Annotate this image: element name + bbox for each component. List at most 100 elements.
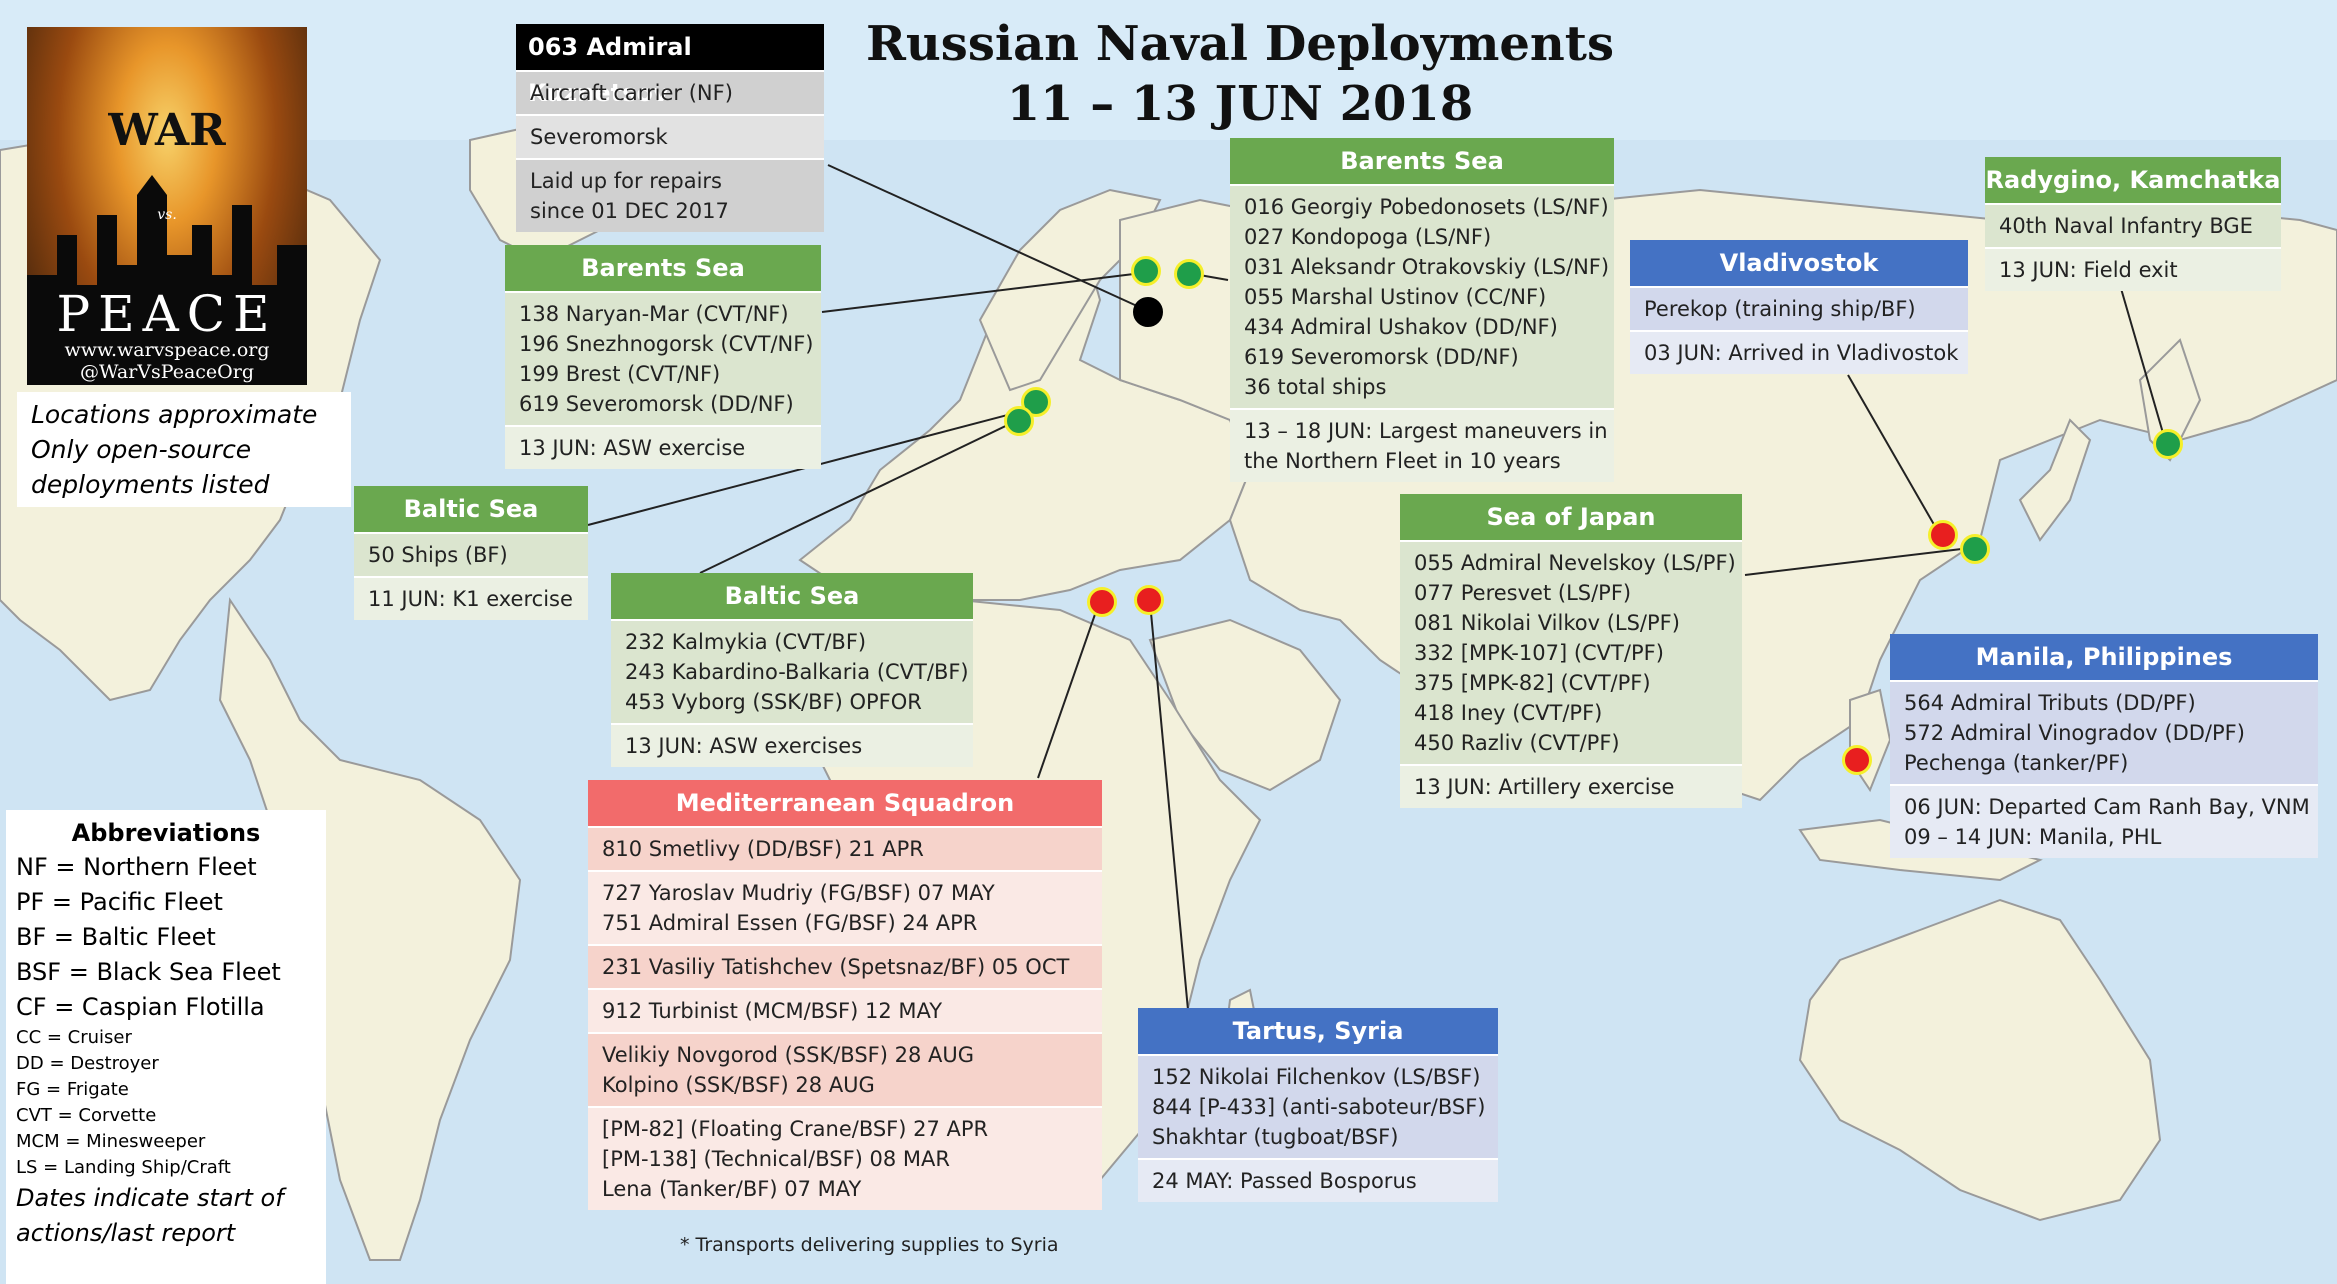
box-baltic-2[interactable]: Baltic Sea 232 Kalmykia (CVT/BF) 243 Kabar… <box>611 573 973 767</box>
box-barents-east[interactable]: Barents Sea 016 Georgiy Pobedonosets (LS/… <box>1230 138 1614 482</box>
box-line: 13 – 18 JUN: Largest maneuvers in <box>1244 419 1608 443</box>
box-line: 434 Admiral Ushakov (DD/NF) <box>1244 315 1558 339</box>
box-mediterranean[interactable]: Mediterranean Squadron 810 Smetlivy (DD/B… <box>588 780 1102 1210</box>
box-line: Aircraft carrier (NF) <box>530 81 733 105</box>
marker-barents-1[interactable] <box>1131 256 1161 286</box>
box-line: 016 Georgiy Pobedonosets (LS/NF) <box>1244 195 1609 219</box>
box-header: Baltic Sea <box>354 486 588 532</box>
box-row: 13 JUN: ASW exercises <box>611 723 973 767</box>
box-header: Mediterranean Squadron <box>588 780 1102 826</box>
title-line-1: Russian Naval Deployments <box>866 16 1614 72</box>
box-line: 619 Severomorsk (DD/NF) <box>1244 345 1519 369</box>
footnote: * Transports delivering supplies to Syri… <box>680 1234 1059 1256</box>
abbreviations-title: Abbreviations <box>71 819 261 847</box>
box-row: 11 JUN: K1 exercise <box>354 576 588 620</box>
box-line: 810 Smetlivy (DD/BSF) 21 APR <box>602 837 924 861</box>
box-tartus[interactable]: Tartus, Syria 152 Nikolai Filchenkov (LS/… <box>1138 1008 1498 1202</box>
box-line: 138 Naryan-Mar (CVT/NF) <box>519 302 789 326</box>
box-line: 564 Admiral Tributs (DD/PF) <box>1904 691 2196 715</box>
box-header: Radygino, Kamchatka <box>1985 157 2281 203</box>
box-row: 232 Kalmykia (CVT/BF) 243 Kabardino-Balka… <box>611 619 973 723</box>
box-row: 06 JUN: Departed Cam Ranh Bay, VNM 09 – 1… <box>1890 784 2318 858</box>
marker-kamchatka[interactable] <box>2153 429 2183 459</box>
box-row: 138 Naryan-Mar (CVT/NF) 196 Snezhnogorsk … <box>505 291 821 425</box>
box-line: Lena (Tanker/BF) 07 MAY <box>602 1177 862 1201</box>
box-line: 077 Peresvet (LS/PF) <box>1414 581 1632 605</box>
box-line: Perekop (training ship/BF) <box>1644 297 1916 321</box>
box-row: 055 Admiral Nevelskoy (LS/PF) 077 Peresve… <box>1400 540 1742 764</box>
marker-med-1[interactable] <box>1087 587 1117 617</box>
box-line: 03 JUN: Arrived in Vladivostok <box>1644 341 1959 365</box>
box-row: 912 Turbinist (MCM/BSF) 12 MAY <box>588 988 1102 1032</box>
box-line: 055 Admiral Nevelskoy (LS/PF) <box>1414 551 1736 575</box>
marker-manila[interactable] <box>1842 745 1872 775</box>
box-line: 36 total ships <box>1244 375 1387 399</box>
map-title: Russian Naval Deployments 11 – 13 JUN 20… <box>780 14 1700 134</box>
box-line: Kolpino (SSK/BSF) 28 AUG <box>602 1073 875 1097</box>
box-line: 031 Aleksandr Otrakovskiy (LS/NF) <box>1244 255 1610 279</box>
box-line: 152 Nikolai Filchenkov (LS/BSF) <box>1152 1065 1481 1089</box>
box-row: 727 Yaroslav Mudriy (FG/BSF) 07 MAY 751 A… <box>588 870 1102 944</box>
box-line: 232 Kalmykia (CVT/BF) <box>625 630 867 654</box>
box-header: 063 Admiral Kuznetsov <box>516 24 824 107</box>
box-line: 196 Snezhnogorsk (CVT/NF) <box>519 332 814 356</box>
box-line: 243 Kabardino-Balkaria (CVT/BF) <box>625 660 969 684</box>
abbr-fleet: BSF = Black Sea Fleet <box>16 958 281 986</box>
box-line: 912 Turbinist (MCM/BSF) 12 MAY <box>602 999 943 1023</box>
marker-sea-of-japan[interactable] <box>1960 534 1990 564</box>
box-line: 619 Severomorsk (DD/NF) <box>519 392 794 416</box>
box-sea-of-japan[interactable]: Sea of Japan 055 Admiral Nevelskoy (LS/PF… <box>1400 494 1742 808</box>
box-line: Severomorsk <box>530 125 668 149</box>
abbr-type: MCM = Minesweeper <box>16 1131 206 1152</box>
marker-kuznetsov[interactable] <box>1133 297 1163 327</box>
box-line: 572 Admiral Vinogradov (DD/PF) <box>1904 721 2245 745</box>
logo-vs-text: vs. <box>157 207 177 223</box>
box-row: 13 – 18 JUN: Largest maneuvers in the Nor… <box>1230 408 1614 482</box>
box-row: Laid up for repairs since 01 DEC 2017 <box>516 158 824 232</box>
box-baltic-1[interactable]: Baltic Sea 50 Ships (BF) 11 JUN: K1 exerci… <box>354 486 588 620</box>
note-line: Only open-source <box>31 435 252 464</box>
box-line: the Northern Fleet in 10 years <box>1244 449 1561 473</box>
box-line: 844 [P-433] (anti-saboteur/BSF) <box>1152 1095 1486 1119</box>
box-header: Tartus, Syria <box>1138 1008 1498 1054</box>
abbr-fleet: CF = Caspian Flotilla <box>16 993 265 1021</box>
title-line-2: 11 – 13 JUN 2018 <box>1006 76 1474 132</box>
locations-note: Locations approximate Only open-source d… <box>17 392 351 507</box>
box-row: 24 MAY: Passed Bosporus <box>1138 1158 1498 1202</box>
box-line: 027 Kondopoga (LS/NF) <box>1244 225 1492 249</box>
box-row: 564 Admiral Tributs (DD/PF) 572 Admiral V… <box>1890 680 2318 784</box>
abbr-fleet: NF = Northern Fleet <box>16 853 257 881</box>
logo-handle: @WarVsPeaceOrg <box>80 361 254 383</box>
box-line: 24 MAY: Passed Bosporus <box>1152 1169 1417 1193</box>
box-row: 016 Georgiy Pobedonosets (LS/NF) 027 Kond… <box>1230 184 1614 408</box>
abbr-type: CVT = Corvette <box>16 1105 157 1126</box>
logo-war-text: WAR <box>108 105 226 156</box>
box-line: 50 Ships (BF) <box>368 543 508 567</box>
box-row: 40th Naval Infantry BGE <box>1985 203 2281 247</box>
box-barents-west[interactable]: Barents Sea 138 Naryan-Mar (CVT/NF) 196 Sn… <box>505 245 821 469</box>
box-line: 13 JUN: Field exit <box>1999 258 2178 282</box>
box-line: Shakhtar (tugboat/BSF) <box>1152 1125 1399 1149</box>
note-line: deployments listed <box>31 470 270 499</box>
box-line: 13 JUN: ASW exercises <box>625 734 863 758</box>
box-line: 055 Marshal Ustinov (CC/NF) <box>1244 285 1547 309</box>
abbr-fleet: BF = Baltic Fleet <box>16 923 216 951</box>
box-manila[interactable]: Manila, Philippines 564 Admiral Tributs (… <box>1890 634 2318 858</box>
marker-barents-2[interactable] <box>1174 259 1204 289</box>
box-line: 332 [MPK-107] (CVT/PF) <box>1414 641 1664 665</box>
marker-vladivostok[interactable] <box>1928 520 1958 550</box>
box-row: 13 JUN: ASW exercise <box>505 425 821 469</box>
box-header: Vladivostok <box>1630 240 1968 286</box>
box-row: 13 JUN: Field exit <box>1985 247 2281 291</box>
box-line: Velikiy Novgorod (SSK/BSF) 28 AUG <box>602 1043 975 1067</box>
marker-baltic-2[interactable] <box>1004 406 1034 436</box>
box-kuznetsov[interactable]: 063 Admiral Kuznetsov Aircraft carrier (N… <box>516 24 824 232</box>
box-row: 810 Smetlivy (DD/BSF) 21 APR <box>588 826 1102 870</box>
box-line: [PM-138] (Technical/BSF) 08 MAR <box>602 1147 950 1171</box>
box-kamchatka[interactable]: Radygino, Kamchatka 40th Naval Infantry B… <box>1985 157 2281 291</box>
box-line: 751 Admiral Essen (FG/BSF) 24 APR <box>602 911 978 935</box>
box-line: 727 Yaroslav Mudriy (FG/BSF) 07 MAY <box>602 881 995 905</box>
box-line: 418 Iney (CVT/PF) <box>1414 701 1603 725</box>
box-vladivostok[interactable]: Vladivostok Perekop (training ship/BF) 03 … <box>1630 240 1968 374</box>
marker-tartus[interactable] <box>1134 585 1164 615</box>
